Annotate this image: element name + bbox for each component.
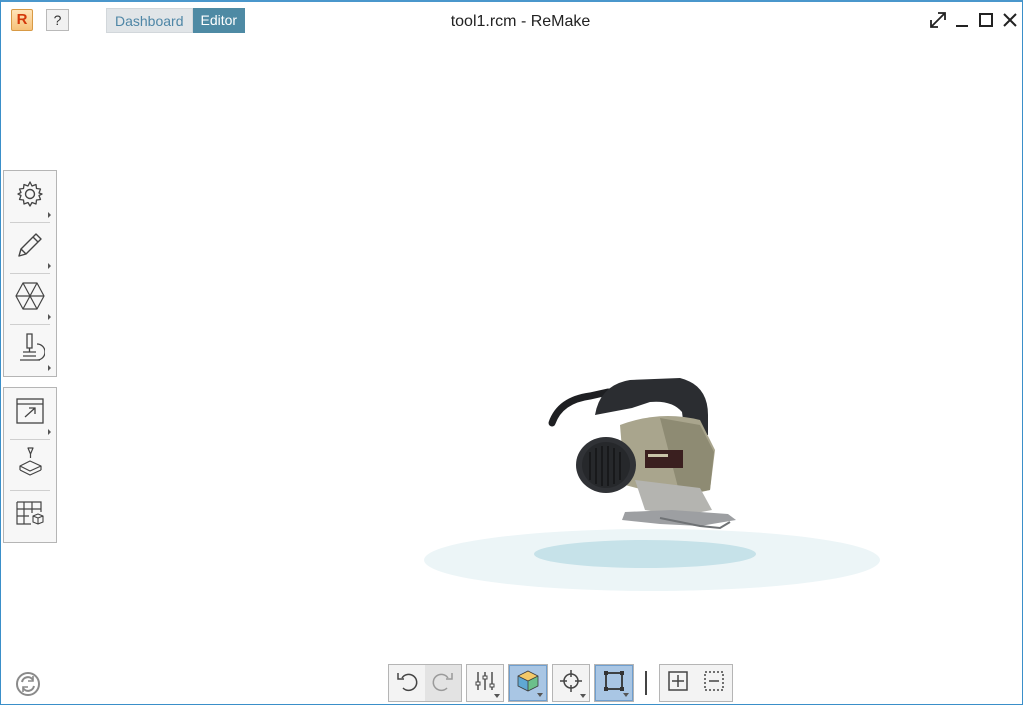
dropdown-arrow-icon: [580, 694, 586, 698]
3d-viewport[interactable]: [60, 40, 1020, 660]
undo-icon: [395, 669, 419, 698]
flyout-arrow-icon: [48, 365, 51, 371]
rail-model-analysis-button[interactable]: [4, 273, 56, 324]
flyout-arrow-icon: [48, 314, 51, 320]
flyout-arrow-icon: [48, 212, 51, 218]
flyout-arrow-icon: [48, 429, 51, 435]
hexagon-mesh-icon: [14, 281, 46, 316]
fit-all-button[interactable]: [660, 665, 696, 701]
pivot-button[interactable]: [553, 665, 589, 701]
toolbar-divider: [645, 671, 647, 695]
view-mode-group: [508, 664, 548, 702]
fit-all-icon: [666, 669, 690, 698]
rail-settings-button[interactable]: [4, 171, 56, 222]
rail-export-button[interactable]: [4, 388, 56, 439]
fit-view-group: [659, 664, 733, 702]
pivot-group: [552, 664, 590, 702]
left-toolbar-primary: [3, 170, 57, 377]
redo-icon: [431, 669, 455, 698]
rail-edit-button[interactable]: [4, 222, 56, 273]
rail-table-view-button[interactable]: [4, 490, 56, 541]
3d-print-icon: [15, 446, 45, 483]
table-cube-icon: [15, 499, 45, 532]
projection-group: [594, 664, 634, 702]
gear-icon: [15, 179, 45, 214]
pencil-icon: [15, 230, 45, 265]
close-icon[interactable]: [1000, 10, 1020, 30]
ground-shadow: [424, 529, 880, 591]
export-window-icon: [15, 397, 45, 430]
maximize-icon[interactable]: [976, 10, 996, 30]
rail-inspect-button[interactable]: [4, 324, 56, 375]
undo-button[interactable]: [389, 665, 425, 701]
left-toolbar-output: [3, 387, 57, 543]
fit-selection-button[interactable]: [696, 665, 732, 701]
jigsaw-model[interactable]: [548, 378, 736, 530]
rail-print-3d-button[interactable]: [4, 439, 56, 490]
expand-icon[interactable]: [928, 10, 948, 30]
orthographic-button[interactable]: [595, 665, 633, 701]
microscope-icon: [15, 331, 46, 368]
dropdown-arrow-icon: [537, 693, 543, 697]
display-settings-group: [466, 664, 504, 702]
history-toolbar: [388, 664, 462, 702]
fit-selection-icon: [702, 669, 726, 698]
view-mode-button[interactable]: [509, 665, 547, 701]
display-settings-button[interactable]: [467, 665, 503, 701]
redo-button[interactable]: [425, 665, 461, 701]
sync-icon[interactable]: [14, 670, 42, 698]
window-title: tool1.rcm - ReMake: [450, 13, 591, 30]
dropdown-arrow-icon: [623, 693, 629, 697]
minimize-icon[interactable]: [952, 10, 972, 30]
dropdown-arrow-icon: [494, 694, 500, 698]
flyout-arrow-icon: [48, 263, 51, 269]
